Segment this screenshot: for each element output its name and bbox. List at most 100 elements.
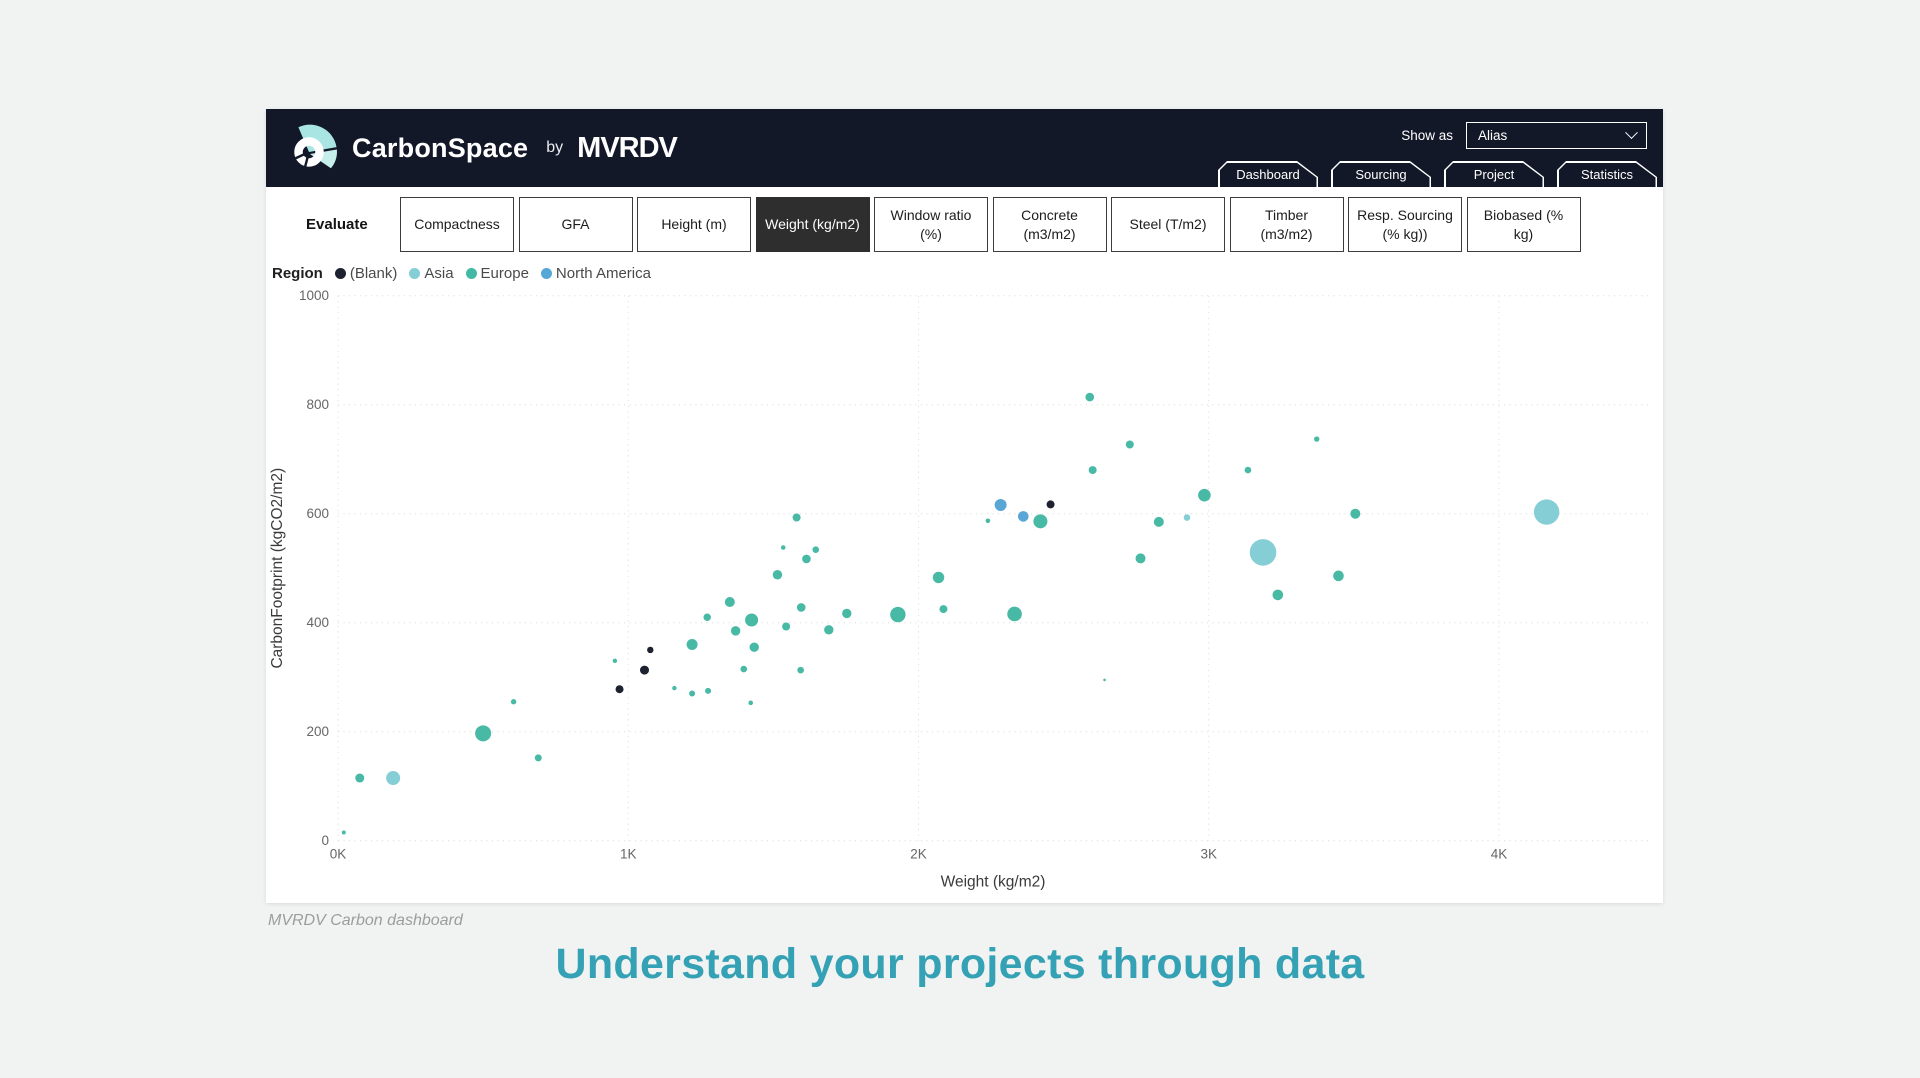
evaluate-button-weight-kg-m2[interactable]: Weight (kg/m2) — [755, 197, 870, 252]
evaluate-button-window-ratio[interactable]: Window ratio (%) — [874, 197, 988, 252]
scatter-point-europe[interactable] — [1135, 553, 1146, 564]
x-tick-label: 4K — [1491, 847, 1508, 862]
tab-statistics[interactable]: Statistics — [1557, 161, 1657, 187]
scatter-point-europe[interactable] — [1085, 392, 1095, 402]
scatter-point-europe[interactable] — [1333, 570, 1344, 582]
legend-dot-icon — [465, 268, 477, 279]
x-tick-label: 2K — [910, 847, 927, 862]
dashboard-card: CarbonSpace by MVRDV Show as Alias Dashb… — [266, 109, 1663, 903]
scatter-point-europe[interactable] — [748, 700, 754, 706]
evaluate-button-resp-sourcing-kg[interactable]: Resp. Sourcing (% kg)) — [1348, 197, 1462, 252]
scatter-point-europe[interactable] — [1153, 516, 1164, 527]
evaluate-buttons: Compactness GFA Height (m) Weight (kg/m2) Wi… — [400, 197, 1581, 252]
scatter-point-europe[interactable] — [705, 687, 712, 694]
scatter-point-europe[interactable] — [689, 690, 696, 697]
tab-dashboard[interactable]: Dashboard — [1218, 161, 1318, 187]
evaluate-label: Evaluate — [306, 216, 368, 233]
scatter-point-blank[interactable] — [640, 665, 650, 675]
scatter-point-europe[interactable] — [612, 658, 618, 664]
scatter-point-europe[interactable] — [1350, 508, 1361, 519]
scatter-point-europe[interactable] — [703, 613, 711, 621]
scatter-point-europe[interactable] — [740, 665, 748, 673]
y-tick-label: 400 — [306, 615, 329, 630]
evaluate-button-height-m[interactable]: Height (m) — [637, 197, 751, 252]
scatter-point-europe[interactable] — [686, 639, 698, 650]
scatter-point-europe[interactable] — [1088, 466, 1097, 475]
scatter-point-europe[interactable] — [782, 622, 791, 631]
y-axis-title: CarbonFootprint (kgCO2/m2) — [269, 468, 286, 669]
tab-sourcing[interactable]: Sourcing — [1331, 161, 1431, 187]
evaluate-button-steel-t-m2[interactable]: Steel (T/m2) — [1111, 197, 1225, 252]
scatter-point-europe[interactable] — [749, 642, 759, 652]
scatter-point-europe[interactable] — [1314, 436, 1320, 442]
page-headline: Understand your projects through data — [555, 940, 1365, 988]
scatter-point-blank[interactable] — [615, 685, 624, 694]
scatter-point-asia[interactable] — [1249, 539, 1277, 566]
by-label: by — [546, 139, 564, 156]
scatter-point-europe[interactable] — [1244, 466, 1252, 474]
scatter-point-europe[interactable] — [824, 625, 834, 635]
y-tick-label: 600 — [306, 506, 329, 521]
x-tick-label: 3K — [1200, 847, 1217, 862]
scatter-point-blank[interactable] — [1046, 500, 1055, 509]
scatter-point-europe[interactable] — [772, 570, 783, 580]
evaluate-button-timber-m3-m2[interactable]: Timber (m3/m2) — [1229, 197, 1344, 252]
show-as-label: Show as — [1401, 128, 1453, 143]
evaluate-button-biobased-kg[interactable]: Biobased (% kg) — [1466, 197, 1581, 252]
scatter-point-europe[interactable] — [985, 518, 991, 524]
app-header: CarbonSpace by MVRDV Show as Alias Dashb… — [266, 109, 1663, 187]
scatter-point-north-america[interactable] — [1017, 511, 1029, 522]
scatter-point-asia[interactable] — [386, 771, 401, 786]
evaluate-button-concrete-m3-m2[interactable]: Concrete (m3/m2) — [992, 197, 1107, 252]
scatter-point-europe[interactable] — [672, 685, 677, 691]
scatter-point-europe[interactable] — [939, 605, 948, 614]
scatter-point-europe[interactable] — [1103, 678, 1106, 682]
scatter-point-europe[interactable] — [724, 596, 735, 607]
scatter-point-europe[interactable] — [932, 571, 945, 584]
tab-label: Dashboard — [1220, 163, 1317, 188]
show-as-dropdown[interactable]: Alias — [1466, 122, 1647, 149]
scatter-point-europe[interactable] — [812, 546, 820, 553]
legend-dot-icon — [409, 268, 421, 279]
scatter-point-europe[interactable] — [797, 666, 804, 674]
scatter-point-europe[interactable] — [890, 606, 906, 623]
scatter-point-europe[interactable] — [842, 608, 852, 619]
chevron-down-icon — [1625, 126, 1638, 140]
scatter-point-asia[interactable] — [1183, 514, 1191, 521]
tab-label: Statistics — [1559, 163, 1656, 188]
tab-label: Project — [1446, 163, 1543, 188]
tab-label: Sourcing — [1333, 163, 1430, 188]
mvrdv-logo: MVRDV — [577, 131, 678, 164]
x-tick-label: 0K — [330, 847, 347, 862]
tab-project[interactable]: Project — [1444, 161, 1544, 187]
scatter-point-asia[interactable] — [1533, 499, 1560, 525]
scatter-chart: 0K 1K 2K 3K 4K 0 200 400 600 800 1000 Weight (kg/m2… — [269, 288, 1648, 891]
scatter-point-north-america[interactable] — [994, 498, 1007, 511]
scatter-point-europe[interactable] — [1007, 606, 1022, 622]
scatter-point-europe[interactable] — [1198, 488, 1211, 502]
scatter-point-europe[interactable] — [1033, 514, 1048, 529]
y-tick-label: 0 — [321, 833, 329, 848]
scatter-point-europe[interactable] — [534, 754, 542, 762]
scatter-point-europe[interactable] — [1125, 440, 1134, 449]
scatter-point-blank[interactable] — [647, 646, 654, 654]
scatter-point-europe[interactable] — [802, 554, 811, 564]
y-tick-label: 800 — [306, 397, 329, 412]
scatter-point-europe[interactable] — [745, 613, 759, 627]
scatter-point-europe[interactable] — [780, 545, 786, 550]
evaluate-button-gfa[interactable]: GFA — [518, 197, 633, 252]
scatter-point-europe[interactable] — [341, 830, 346, 835]
legend-dot-icon — [334, 268, 346, 279]
evaluate-button-compactness[interactable]: Compactness — [400, 197, 514, 252]
scatter-point-europe[interactable] — [1272, 589, 1284, 601]
show-as-selected-value: Alias — [1478, 128, 1508, 143]
scatter-point-europe[interactable] — [475, 725, 492, 742]
scatter-point-europe[interactable] — [792, 513, 801, 522]
x-tick-label: 1K — [620, 847, 637, 862]
scatter-point-europe[interactable] — [355, 773, 365, 783]
scatter-point-europe[interactable] — [730, 626, 741, 636]
scatter-point-europe[interactable] — [796, 603, 806, 612]
donut-chart-logo-icon — [294, 124, 337, 169]
scatter-point-europe[interactable] — [510, 699, 517, 705]
image-caption: MVRDV Carbon dashboard — [268, 912, 463, 929]
